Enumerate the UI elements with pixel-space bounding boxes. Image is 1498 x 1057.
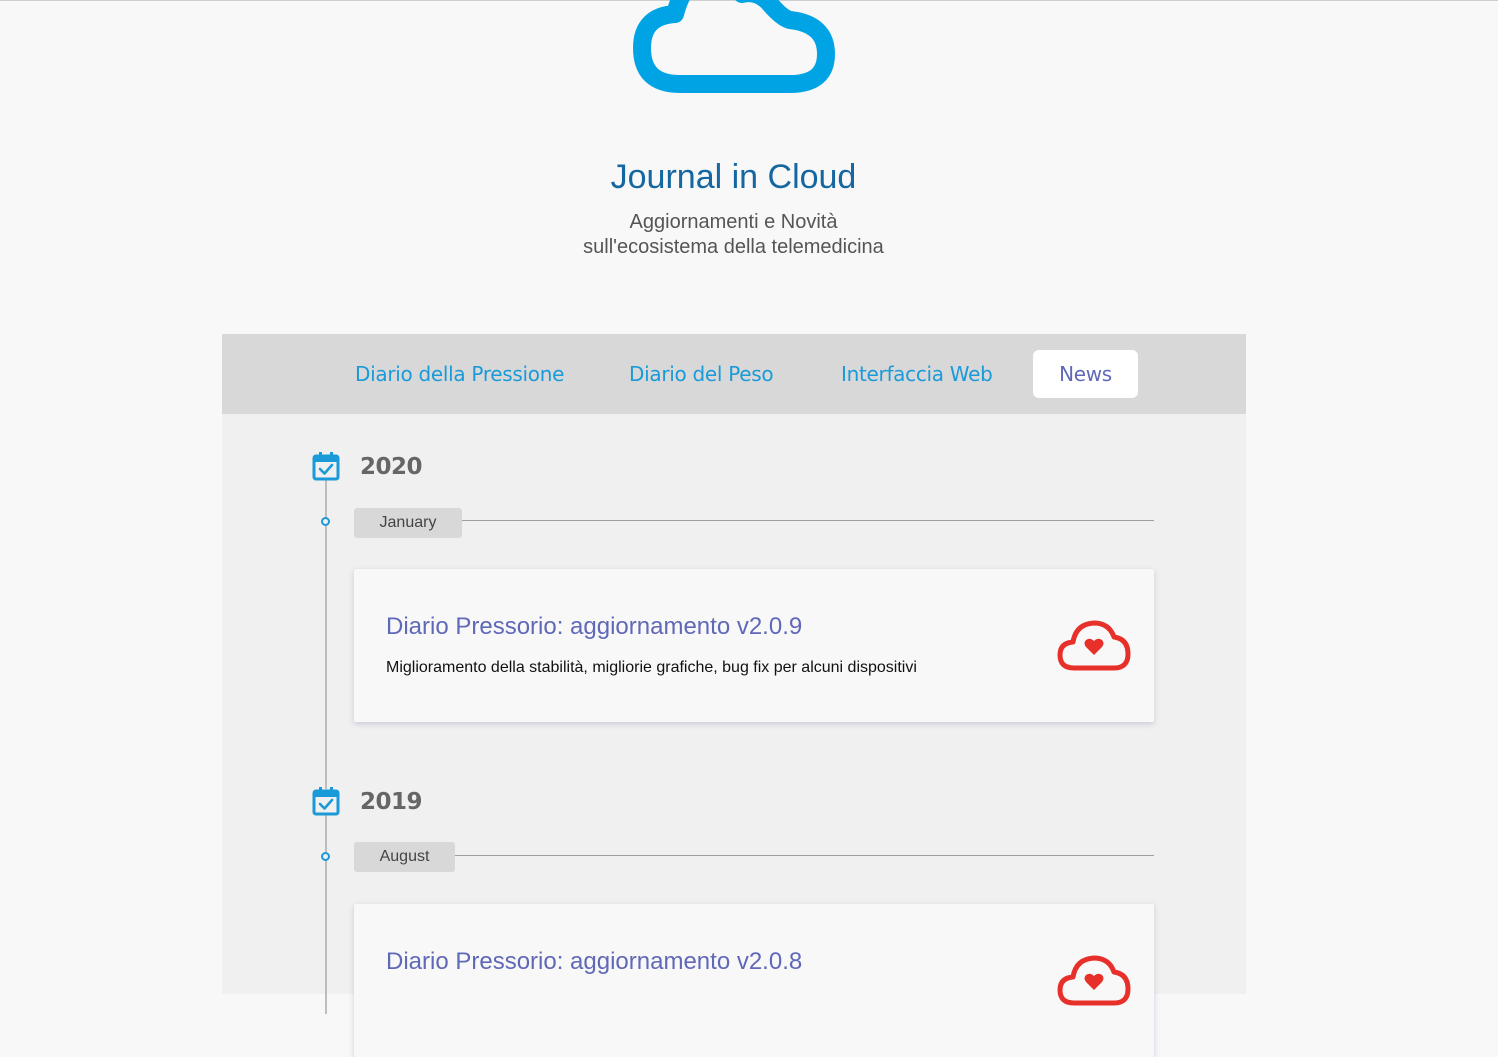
timeline-dot	[321, 852, 330, 861]
month-badge: January	[354, 508, 462, 538]
month-divider	[462, 520, 1154, 521]
news-card-text: Miglioramento della stabilità, migliorie…	[386, 659, 917, 676]
timeline-line	[325, 814, 327, 1014]
tab-interfaccia-web[interactable]: Interfaccia Web	[841, 350, 993, 398]
page-title: Journal in Cloud	[610, 158, 857, 196]
calendar-check-icon	[312, 787, 340, 816]
subtitle-line-1: Aggiornamenti e Novità	[629, 211, 838, 233]
news-card[interactable]: Diario Pressorio: aggiornamento v2.0.8	[354, 904, 1154, 1057]
tab-diario-peso[interactable]: Diario del Peso	[629, 350, 774, 398]
month-divider	[455, 855, 1154, 856]
calendar-check-icon	[312, 452, 340, 481]
tab-bar: Diario della Pressione Diario del Peso I…	[222, 334, 1246, 414]
month-badge: August	[354, 842, 455, 872]
timeline-dot	[321, 517, 330, 526]
news-card[interactable]: Diario Pressorio: aggiornamento v2.0.9 M…	[354, 569, 1154, 722]
tab-news[interactable]: News	[1033, 350, 1138, 398]
news-card-title[interactable]: Diario Pressorio: aggiornamento v2.0.9	[386, 613, 802, 641]
cloud-heart-icon	[1057, 955, 1131, 1006]
year-heading: 2020	[360, 454, 423, 480]
cloud-heart-icon	[1057, 620, 1131, 671]
page-subtitle: Aggiornamenti e Novità sull'ecosistema d…	[0, 210, 1467, 260]
news-card-title[interactable]: Diario Pressorio: aggiornamento v2.0.8	[386, 948, 802, 976]
cloud-logo-icon	[633, 0, 835, 93]
tab-diario-pressione[interactable]: Diario della Pressione	[355, 350, 564, 398]
subtitle-line-2: sull'ecosistema della telemedicina	[583, 236, 884, 258]
year-heading: 2019	[360, 789, 423, 815]
content-panel: Diario della Pressione Diario del Peso I…	[222, 334, 1246, 1057]
